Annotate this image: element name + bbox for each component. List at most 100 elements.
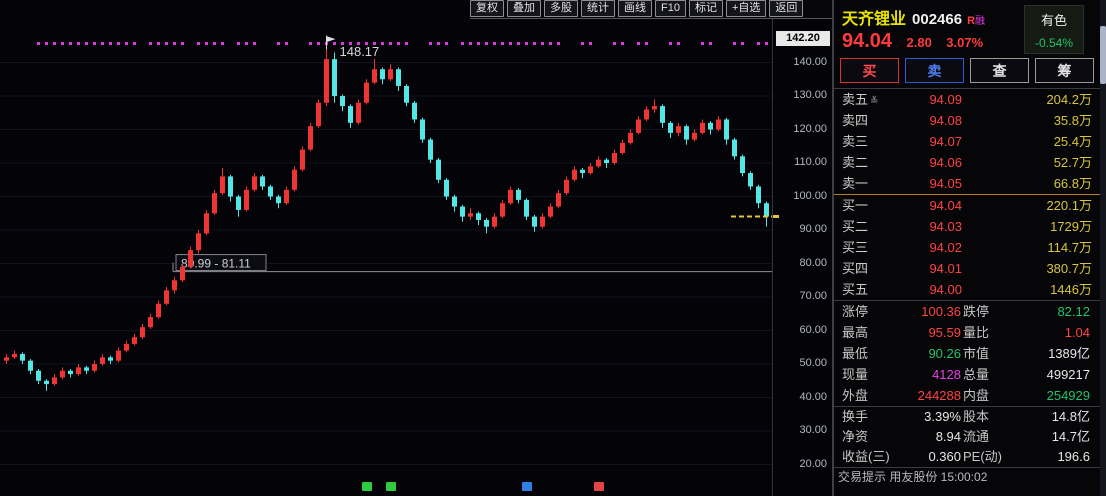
stat-label: 收益(三): [842, 449, 890, 464]
toolbar-button-2[interactable]: 叠加: [507, 0, 541, 17]
stat-value: 14.8亿: [1051, 409, 1090, 424]
stat-label: 外盘: [842, 388, 869, 403]
stat-row: 净资 8.94 流通 14.7亿: [834, 427, 1100, 447]
stat-value: 3.39%: [924, 409, 961, 424]
y-axis-label: 140.00: [793, 55, 827, 68]
y-axis-label: 120.00: [793, 122, 827, 135]
bid-row-3[interactable]: 买三 94.02 114.7万: [834, 237, 1100, 258]
volume-cell: 1446万: [1050, 282, 1092, 297]
scrollbar[interactable]: [1100, 0, 1106, 496]
kline-chart[interactable]: 80.99 - 81.11148.17: [0, 0, 772, 496]
stat-label: 内盘: [963, 388, 990, 403]
volume-cell: 52.7万: [1053, 155, 1092, 170]
status-text: 交易提示 用友股份 15:00:02: [838, 470, 988, 482]
chips-button[interactable]: 筹: [1035, 58, 1094, 83]
price-cell: 94.05: [929, 176, 962, 191]
toolbar-button-5[interactable]: 画线: [618, 0, 652, 17]
bid-row-1[interactable]: 买一 94.04 220.1万: [834, 195, 1100, 216]
price-cell: 94.09: [929, 92, 962, 107]
ask-label: 卖一: [842, 176, 869, 191]
expand-levels-icon[interactable]: ≚: [870, 96, 878, 107]
action-buttons-row: 买卖查筹: [834, 55, 1100, 88]
svg-text:148.17: 148.17: [340, 44, 380, 59]
stats-block: 涨停 100.36 跌停 82.12 最高 95.59 量比 1.04 最低 90.26 市值 138…: [834, 301, 1100, 406]
volume-cell: 204.2万: [1046, 92, 1092, 107]
buy-button[interactable]: 买: [840, 58, 899, 83]
ask-row-3[interactable]: 卖三 94.07 25.4万: [834, 131, 1100, 152]
volume-cell: 1729万: [1050, 219, 1092, 234]
toolbar-button-7[interactable]: 标记: [688, 0, 723, 17]
y-axis-label: 70.00: [799, 290, 827, 303]
stat-label: 股本: [963, 409, 990, 424]
quote-header: 天齐锂业 002466 R融 有色 -0.54%: [834, 0, 1100, 54]
price-cell: 94.00: [929, 282, 962, 297]
bid-row-2[interactable]: 买二 94.03 1729万: [834, 216, 1100, 237]
bid-row-5[interactable]: 买五 94.00 1446万: [834, 279, 1100, 300]
scrollbar-thumb[interactable]: [1100, 26, 1106, 84]
toolbar-button-1[interactable]: 复权: [470, 0, 504, 17]
ask-label: 卖五: [842, 92, 869, 107]
ask-row-5[interactable]: 卖一 94.05 66.8万: [834, 173, 1100, 194]
chart-area: 80.99 - 81.11 148.17: [0, 0, 772, 496]
stat-label: 流通: [963, 429, 990, 444]
toolbar-button-6[interactable]: F10: [655, 0, 686, 17]
volume-cell: 380.7万: [1046, 261, 1092, 276]
stat-value: 244288: [917, 388, 961, 403]
ask-row-4[interactable]: 卖二 94.06 52.7万: [834, 152, 1100, 173]
y-axis-label: 60.00: [799, 323, 827, 336]
stock-name: 天齐锂业: [842, 11, 907, 28]
volume-cell: 35.8万: [1053, 113, 1092, 128]
status-bar: 交易提示 用友股份 15:00:02: [834, 467, 1100, 482]
y-axis-label: 90.00: [799, 223, 827, 236]
price-change: 2.80: [906, 35, 932, 50]
stat-row: 外盘 244288 内盘 254929: [834, 385, 1100, 406]
stock-trading-app: 80.99 - 81.11 148.17 复权 叠加 多股 统计 画线 F10 标记 +自选 返回…: [0, 0, 1106, 496]
volume-cell: 220.1万: [1046, 198, 1092, 213]
stat-row: 换手 3.39% 股本 14.8亿: [834, 407, 1100, 427]
sell-button[interactable]: 卖: [905, 58, 964, 83]
price-change-percent: 3.07%: [946, 35, 984, 50]
stat-row: 现量 4128 总量 499217: [834, 364, 1100, 385]
bid-row-4[interactable]: 买四 94.01 380.7万: [834, 258, 1100, 279]
y-axis-label: 40.00: [799, 390, 827, 403]
stat-value: 254929: [1046, 388, 1090, 403]
sector-box[interactable]: 有色 -0.54%: [1024, 5, 1084, 54]
toolbar-button-9[interactable]: 返回: [769, 0, 804, 17]
sector-change: -0.54%: [1034, 36, 1074, 50]
y-axis-label: 80.00: [799, 256, 827, 269]
stat-label: 涨停: [842, 304, 869, 319]
stock-code: 002466: [912, 11, 963, 28]
toolbar-button-3[interactable]: 多股: [544, 0, 578, 17]
price-cell: 94.08: [929, 113, 962, 128]
toolbar-button-8[interactable]: +自选: [725, 0, 767, 17]
margin-rong-badge: 融: [975, 16, 986, 27]
ask-list: 卖五 ≚ 94.09 204.2万 卖四 94.08 35.8万 卖三 94.07 25.4万 卖二…: [834, 89, 1100, 194]
bid-label: 买五: [842, 282, 869, 297]
stat-value: 8.94: [935, 429, 961, 444]
stat-value: 82.12: [1057, 304, 1090, 319]
stat-label: 净资: [842, 429, 869, 444]
last-price: 94.04: [842, 30, 893, 52]
ask-row-1[interactable]: 卖五 ≚ 94.09 204.2万: [834, 89, 1100, 110]
price-cell: 94.03: [929, 219, 962, 234]
toolbar-button-4[interactable]: 统计: [581, 0, 615, 17]
stat-value: 14.7亿: [1051, 429, 1090, 444]
ask-label: 卖三: [842, 134, 869, 149]
stats-block-2: 换手 3.39% 股本 14.8亿 净资 8.94 流通 14.7亿 收益(三) 0.360 PE(…: [834, 407, 1100, 467]
quote-panel: 天齐锂业 002466 R融 有色 -0.54% 94.04 2.80 3.07% …: [832, 0, 1100, 496]
current-price-tick: [773, 215, 779, 219]
price-cell: 94.07: [929, 134, 962, 149]
stat-value: 95.59: [928, 325, 961, 340]
stat-value: 1.04: [1064, 325, 1090, 340]
stat-label: 总量: [963, 367, 990, 382]
stat-label: 现量: [842, 367, 869, 382]
query-button[interactable]: 查: [970, 58, 1029, 83]
stat-label: 量比: [963, 325, 990, 340]
ask-row-2[interactable]: 卖四 94.08 35.8万: [834, 110, 1100, 131]
stat-value: 196.6: [1057, 449, 1090, 464]
stat-value: 90.26: [928, 346, 961, 361]
chart-toolbar: 复权 叠加 多股 统计 画线 F10 标记 +自选 返回: [470, 0, 832, 19]
volume-cell: 66.8万: [1053, 176, 1092, 191]
axis-max-price-box: 142.20: [776, 31, 830, 46]
stat-label: 最高: [842, 325, 869, 340]
